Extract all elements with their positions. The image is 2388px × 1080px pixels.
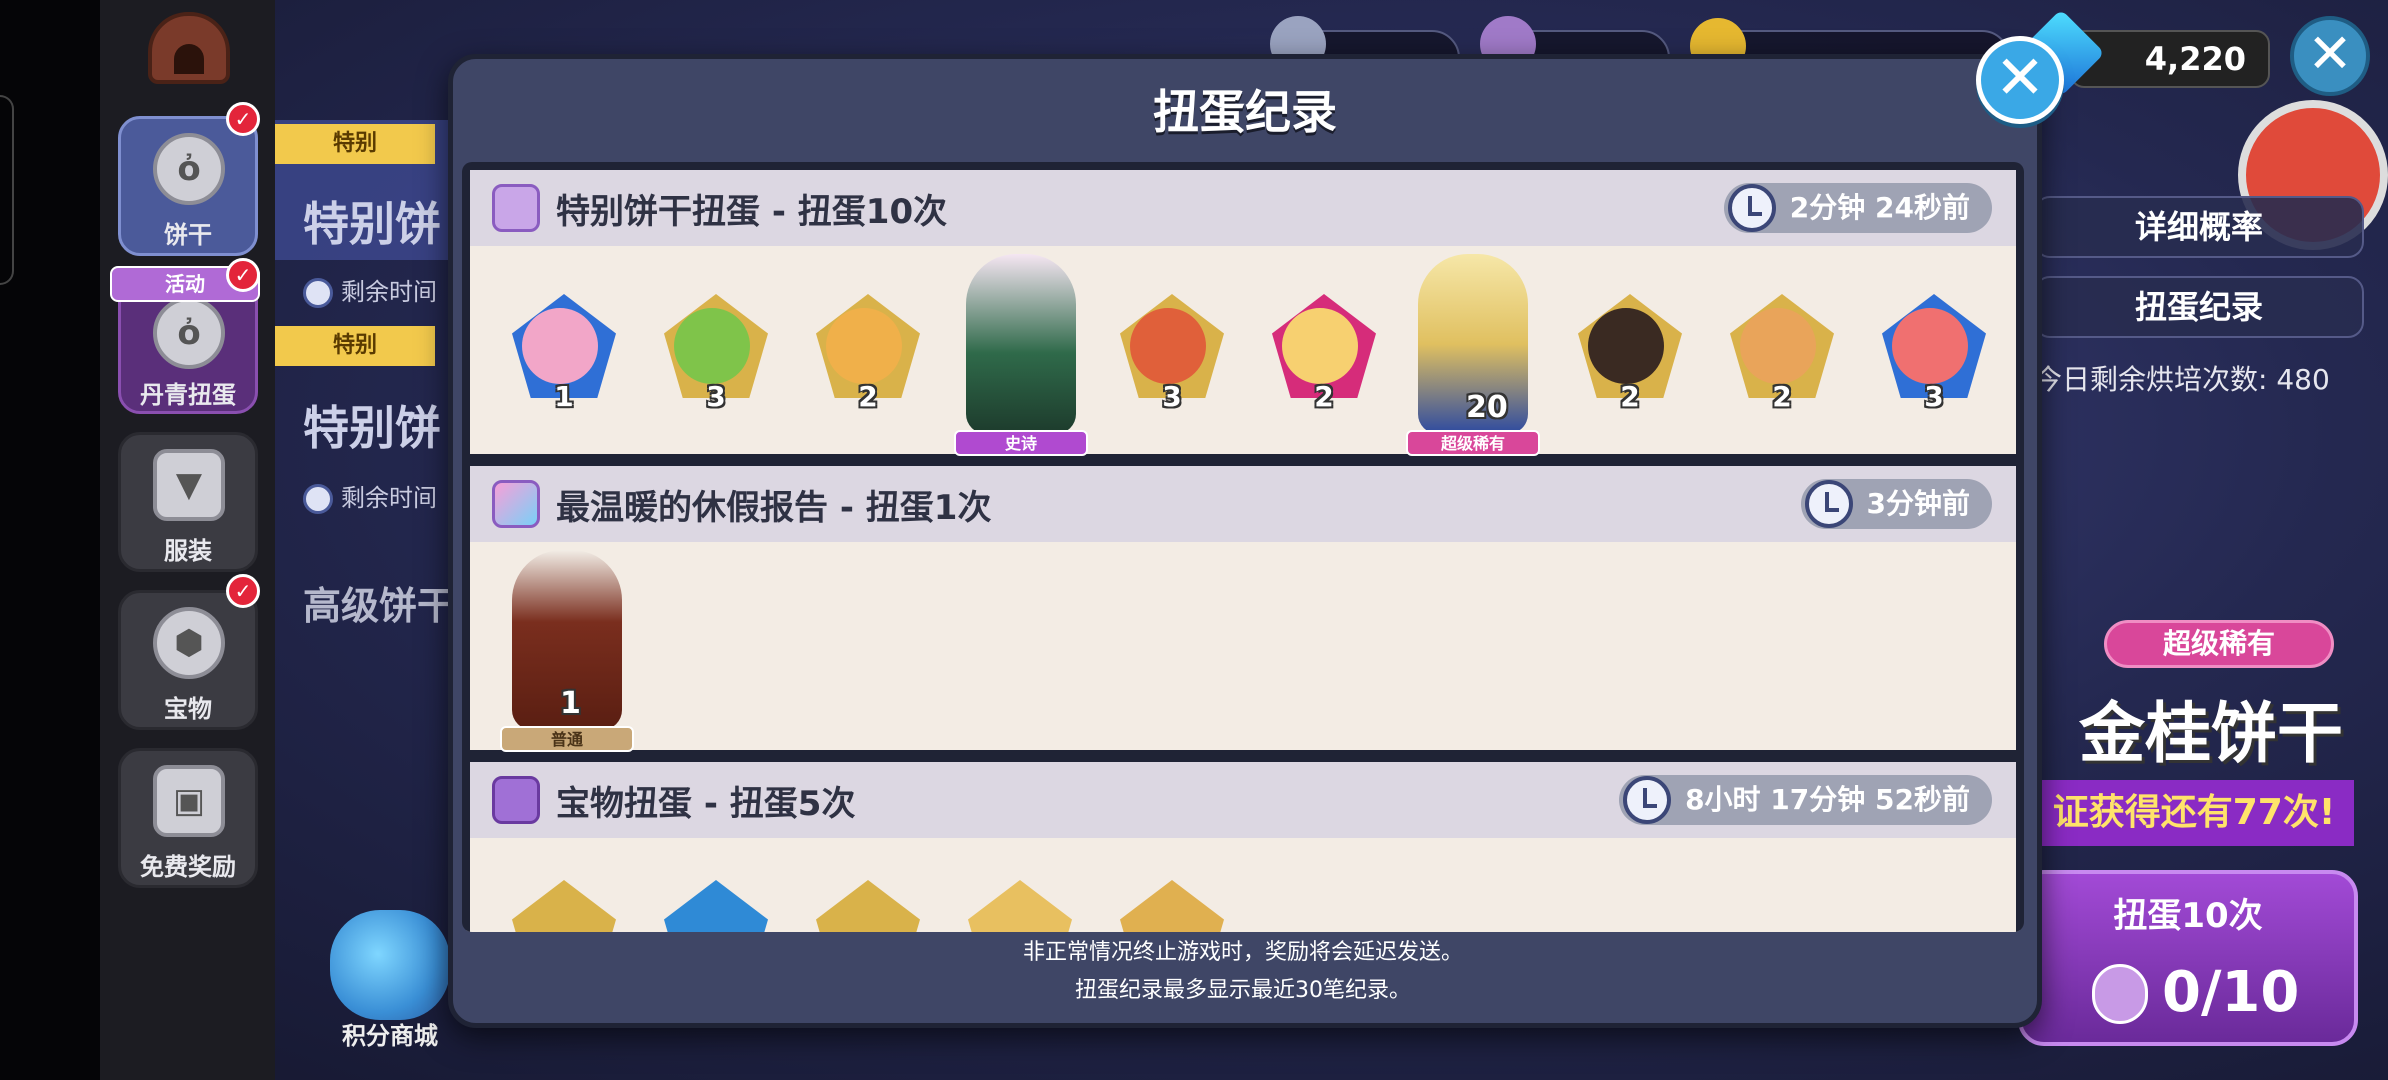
shirt-icon: ▼	[153, 449, 225, 521]
treasure-item[interactable]	[812, 880, 924, 932]
record-entry: 宝物扭蛋 - 扭蛋5次 8小时 17分钟 52秒前	[466, 758, 2020, 932]
sidebar-item-label: 丹青扭蛋	[140, 381, 236, 409]
banner-timer: 剩余时间	[303, 478, 437, 514]
screen-bezel	[0, 0, 100, 1080]
modal-footer: 非正常情况终止游戏时，奖励将会延迟发送。 扭蛋纪录最多显示最近30笔纪录。	[462, 934, 2024, 1016]
pull-10-button[interactable]: 扭蛋10次 0/10	[2018, 870, 2358, 1046]
soulstone-item[interactable]: 3	[1116, 294, 1228, 413]
sidebar-item-cookies[interactable]: ὀ 饼干	[118, 116, 258, 256]
sidebar-item-label: 饼干	[164, 221, 212, 249]
notification-badge: ✓	[226, 574, 260, 608]
advanced-cookie-label[interactable]: 高级饼干	[303, 575, 455, 630]
cookie-gacha-icon	[492, 184, 540, 232]
banner-title[interactable]: 特别饼	[303, 392, 441, 458]
featured-cookie-name: 金桂饼干	[2079, 695, 2343, 772]
clock-icon	[1727, 184, 1776, 232]
gacha-record-button[interactable]: 扭蛋纪录	[2034, 276, 2364, 338]
record-entry: 特别饼干扭蛋 - 扭蛋10次 2分钟 24秒前 1 3 2 史诗 3 2 超级稀…	[466, 166, 2020, 458]
guarantee-banner: 证获得还有77次!	[2034, 780, 2354, 846]
clock-icon	[303, 484, 333, 514]
footer-note: 非正常情况终止游戏时，奖励将会延迟发送。	[1022, 940, 1463, 965]
cookie-face-icon: ὀ	[153, 133, 225, 205]
soulstone-item[interactable]: 2	[812, 294, 924, 413]
bezel-notch	[0, 95, 14, 285]
treasure-item[interactable]	[964, 880, 1076, 932]
banner-timer: 剩余时间	[303, 272, 437, 308]
record-header: 最温暖的休假报告 - 扭蛋1次 3分钟前	[470, 466, 2016, 542]
sidebar-item-label: 服装	[164, 537, 212, 565]
gacha-icon: ὀ	[153, 297, 225, 369]
banner-tag: 特别	[275, 124, 435, 164]
treasure-item[interactable]	[1116, 880, 1228, 932]
notification-badge: ✓	[226, 102, 260, 136]
treasure-icon: ⬢	[153, 607, 225, 679]
record-list[interactable]: 特别饼干扭蛋 - 扭蛋10次 2分钟 24秒前 1 3 2 史诗 3 2 超级稀…	[462, 162, 2024, 932]
pull-10-label: 扭蛋10次	[2113, 896, 2263, 936]
close-icon[interactable]: ✕	[2290, 16, 2370, 96]
cookie-ticket-icon	[2092, 964, 2148, 1024]
gem-count: 4,220	[2070, 30, 2270, 88]
cookie-figure[interactable]: 超级稀有 20	[1398, 254, 1548, 456]
banner-tag: 特别	[275, 326, 435, 366]
daily-remaining-text: 今日剩余烘培次数: 480	[2034, 363, 2330, 396]
record-header: 宝物扭蛋 - 扭蛋5次 8小时 17分钟 52秒前	[470, 762, 2016, 838]
soulstone-item[interactable]: 3	[1878, 294, 1990, 413]
record-time: 8小时 17分钟 52秒前	[1619, 775, 1992, 825]
detail-rate-button[interactable]: 详细概率	[2034, 196, 2364, 258]
soulstone-item[interactable]: 2	[1574, 294, 1686, 413]
point-shop-icon[interactable]	[330, 910, 450, 1020]
sidebar-item-label: 免费奖励	[140, 853, 236, 881]
record-title: 特别饼干扭蛋 - 扭蛋10次	[556, 192, 948, 232]
sidebar-item-costume[interactable]: ▼ 服装	[118, 432, 258, 572]
soulstone-item[interactable]: 2	[1726, 294, 1838, 413]
treasure-gacha-icon	[492, 776, 540, 824]
cookie-figure[interactable]: 史诗	[946, 254, 1096, 456]
costume-figure[interactable]: 普通 1	[492, 550, 642, 752]
gift-icon: ▣	[153, 765, 225, 837]
soulstone-item[interactable]: 1	[508, 294, 620, 413]
rarity-badge: 超级稀有	[2104, 620, 2334, 668]
record-header: 特别饼干扭蛋 - 扭蛋10次 2分钟 24秒前	[470, 170, 2016, 246]
banner-title[interactable]: 特别饼	[303, 188, 441, 254]
record-time: 2分钟 24秒前	[1723, 183, 1992, 233]
clock-icon	[1804, 480, 1853, 528]
event-box-icon	[492, 480, 540, 528]
footer-note: 扭蛋纪录最多显示最近30笔纪录。	[1075, 978, 1411, 1003]
treasure-item[interactable]	[508, 880, 620, 932]
soulstone-item[interactable]: 2	[1268, 294, 1380, 413]
modal-close-button[interactable]: ✕	[1976, 36, 2064, 124]
sidebar-item-label: 宝物	[164, 695, 212, 723]
pull-10-count: 0/10	[2162, 960, 2300, 1025]
record-time: 3分钟前	[1800, 479, 1992, 529]
treasure-item[interactable]	[660, 880, 772, 932]
record-title: 最温暖的休假报告 - 扭蛋1次	[556, 488, 992, 528]
sidebar-item-free-reward[interactable]: ▣ 免费奖励	[118, 748, 258, 888]
notification-badge: ✓	[226, 258, 260, 292]
soulstone-item[interactable]: 3	[660, 294, 772, 413]
point-shop-label: 积分商城	[342, 1022, 438, 1050]
modal-title: 扭蛋纪录	[1153, 85, 1337, 139]
record-title: 宝物扭蛋 - 扭蛋5次	[556, 784, 856, 824]
clock-icon	[303, 278, 333, 308]
record-entry: 最温暖的休假报告 - 扭蛋1次 3分钟前 普通 1	[466, 462, 2020, 754]
sidebar-item-treasure[interactable]: ⬢ 宝物	[118, 590, 258, 730]
house-door	[174, 44, 204, 74]
clock-icon	[1623, 776, 1672, 824]
